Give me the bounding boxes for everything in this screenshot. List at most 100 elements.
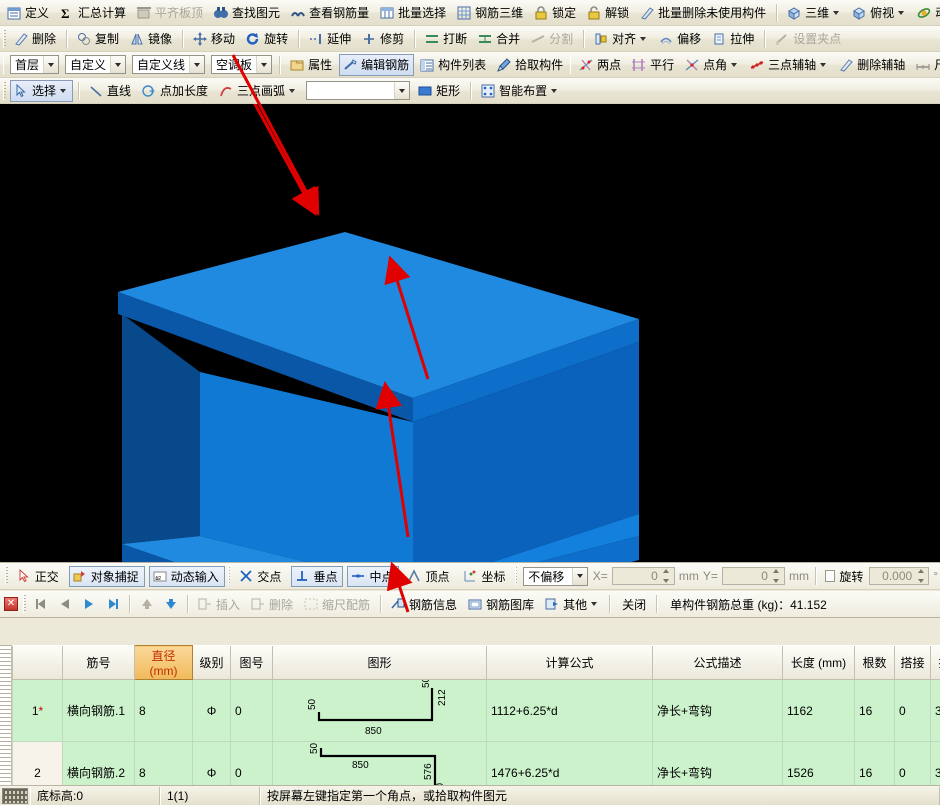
toolbar-main-lock[interactable]: 锁定 bbox=[530, 2, 581, 24]
snap-perpendicular-snap[interactable]: 垂点 bbox=[291, 566, 343, 587]
nav-first-record[interactable] bbox=[30, 594, 52, 614]
col-header-shapenum[interactable]: 图号 bbox=[231, 646, 273, 680]
y-input[interactable]: 0 bbox=[722, 567, 785, 585]
chevron-down-icon[interactable] bbox=[591, 602, 597, 606]
rebar-btn-rebar-library[interactable]: 钢筋图库 bbox=[464, 593, 539, 615]
toolbar-grip[interactable] bbox=[3, 56, 4, 74]
toolbar-edit-extend[interactable]: 延伸 bbox=[305, 28, 356, 50]
toolbar-edit-offset[interactable]: 偏移 bbox=[655, 28, 706, 50]
nav-next-record[interactable] bbox=[78, 594, 100, 614]
toolbar-grip[interactable] bbox=[228, 567, 231, 585]
toolbar-grip[interactable] bbox=[570, 56, 571, 74]
combo-component-instance[interactable]: 空调板 bbox=[211, 55, 272, 74]
col-header-grade[interactable]: 级别 bbox=[193, 646, 231, 680]
toolbar-main-rebar-3d[interactable]: 钢筋三维 bbox=[453, 2, 528, 24]
combo-draw-mode[interactable] bbox=[306, 81, 410, 100]
chevron-down-icon[interactable] bbox=[898, 11, 904, 15]
chevron-down-icon[interactable] bbox=[189, 56, 204, 73]
col-header-count[interactable]: 根数 bbox=[855, 646, 895, 680]
toolbar-component-point-angle[interactable]: 点角 bbox=[681, 54, 744, 76]
toolbar-edit-merge[interactable]: 合并 bbox=[474, 28, 525, 50]
nav-move-down[interactable] bbox=[160, 594, 182, 614]
toolbar-component-delete-axis[interactable]: 删除辅轴 bbox=[835, 54, 910, 76]
rotate-checkbox[interactable] bbox=[825, 570, 835, 582]
toolbar-component-three-point-axis[interactable]: 三点辅轴 bbox=[746, 54, 833, 76]
toolbar-main-unlock[interactable]: 解锁 bbox=[583, 2, 634, 24]
rebar-btn-other[interactable]: 其他 bbox=[541, 593, 604, 615]
col-header-desc[interactable]: 公式描述 bbox=[653, 646, 783, 680]
chevron-down-icon[interactable] bbox=[43, 56, 58, 73]
chevron-down-icon[interactable] bbox=[731, 63, 737, 67]
col-header-length[interactable]: 长度 (mm) bbox=[783, 646, 855, 680]
toolbar-main-batch-delete[interactable]: 批量删除未使用构件 bbox=[636, 2, 771, 24]
snap-intersection-snap[interactable]: 交点 bbox=[235, 566, 287, 587]
toolbar-grip[interactable] bbox=[515, 567, 518, 585]
combo-component-subtype[interactable]: 自定义线 bbox=[132, 55, 205, 74]
chevron-down-icon[interactable] bbox=[640, 37, 646, 41]
toolbar-main-view-rebar-qty[interactable]: 查看钢筋量 bbox=[287, 2, 374, 24]
cell-loss[interactable]: 3 bbox=[931, 680, 940, 742]
toolbar-main-dynamic-observe[interactable]: 动态观察 bbox=[913, 2, 940, 24]
toolbar-draw-rectangle[interactable]: 矩形 bbox=[414, 80, 465, 102]
toolbar-component-edit-rebar[interactable]: 编辑钢筋 bbox=[339, 54, 414, 76]
chevron-down-icon[interactable] bbox=[256, 56, 271, 73]
toolbar-component-pick-component[interactable]: 拾取构件 bbox=[493, 54, 568, 76]
toolbar-main-batch-select[interactable]: 批量选择 bbox=[376, 2, 451, 24]
toolbar-component-two-point[interactable]: 两点 bbox=[575, 54, 626, 76]
col-header-rownum[interactable] bbox=[13, 646, 63, 680]
chevron-down-icon[interactable] bbox=[289, 89, 295, 93]
rebar-btn-rebar-info[interactable]: 钢筋信息 bbox=[387, 593, 462, 615]
toolbar-edit-trim[interactable]: 修剪 bbox=[358, 28, 409, 50]
toolbar-draw-smart-layout[interactable]: 智能布置 bbox=[477, 80, 564, 102]
toolbar-edit-delete[interactable]: 删除 bbox=[10, 28, 61, 50]
toolbar-edit-rotate[interactable]: 旋转 bbox=[242, 28, 293, 50]
col-header-shape[interactable]: 图形 bbox=[273, 646, 487, 680]
col-header-formula[interactable]: 计算公式 bbox=[487, 646, 653, 680]
toolbar-edit-stretch[interactable]: 拉伸 bbox=[708, 28, 759, 50]
viewport-3d[interactable]: Z bbox=[0, 104, 940, 562]
chevron-down-icon[interactable] bbox=[820, 63, 826, 67]
toolbar-grip[interactable] bbox=[3, 82, 6, 100]
col-header-lap[interactable]: 搭接 bbox=[895, 646, 931, 680]
snap-toggle-dynamic-input[interactable]: 12动态输入 bbox=[149, 566, 225, 587]
rebar-table[interactable]: 筋号直径 (mm)级别图号图形计算公式公式描述长度 (mm)根数搭接损耗 1*横… bbox=[12, 645, 940, 805]
toolbar-draw-select[interactable]: 选择 bbox=[10, 80, 73, 102]
chevron-down-icon[interactable] bbox=[551, 89, 557, 93]
chevron-down-icon[interactable] bbox=[833, 11, 839, 15]
toolbar-edit-mirror[interactable]: 镜像 bbox=[126, 28, 177, 50]
nav-prev-record[interactable] bbox=[54, 594, 76, 614]
toolbar-draw-three-point-arc[interactable]: 三点画弧 bbox=[215, 80, 302, 102]
col-header-loss[interactable]: 损耗 bbox=[931, 646, 940, 680]
toolbar-component-ruler[interactable]: 尺 bbox=[912, 54, 940, 76]
cell-count[interactable]: 16 bbox=[855, 680, 895, 742]
x-input[interactable]: 0 bbox=[612, 567, 675, 585]
toolbar-component-component-list[interactable]: 构件列表 bbox=[416, 54, 491, 76]
snap-toggle-ortho[interactable]: 正交 bbox=[13, 566, 65, 587]
snap-midpoint-snap[interactable]: 中点 bbox=[347, 566, 399, 587]
toolbar-edit-move[interactable]: 移动 bbox=[189, 28, 240, 50]
spinner-buttons[interactable] bbox=[661, 568, 672, 584]
rebar-btn-item[interactable]: 关闭 bbox=[616, 593, 651, 615]
toolbar-component-properties[interactable]: 属性 bbox=[286, 54, 337, 76]
toolbar-main-cube[interactable]: 三维 bbox=[783, 2, 846, 24]
toolbar-grip[interactable] bbox=[5, 567, 8, 585]
rotate-input[interactable]: 0.000 bbox=[869, 567, 929, 585]
nav-move-up[interactable] bbox=[136, 594, 158, 614]
row-indicator[interactable]: 1* bbox=[13, 680, 63, 742]
toolbar-main-define[interactable]: 定义 bbox=[3, 2, 54, 24]
toolbar-edit-break[interactable]: 打断 bbox=[421, 28, 472, 50]
cell-lap[interactable]: 0 bbox=[895, 680, 931, 742]
toolbar-main-binoculars[interactable]: 查找图元 bbox=[210, 2, 285, 24]
toolbar-grip[interactable] bbox=[3, 30, 6, 48]
cell-shape-diagram[interactable]: 5021250850 bbox=[273, 680, 487, 742]
chevron-down-icon[interactable] bbox=[60, 89, 66, 93]
spinner-buttons[interactable] bbox=[771, 568, 782, 584]
spinner-buttons[interactable] bbox=[915, 568, 926, 584]
snap-vertex-snap[interactable]: 顶点 bbox=[403, 566, 455, 587]
cell-grade[interactable]: Φ bbox=[193, 680, 231, 742]
cell-length[interactable]: 1162 bbox=[783, 680, 855, 742]
combo-floor[interactable]: 首层 bbox=[10, 55, 59, 74]
nav-last-record[interactable] bbox=[102, 594, 124, 614]
toolbar-draw-line[interactable]: 直线 bbox=[85, 80, 136, 102]
snap-toggle-object-snap[interactable]: 对象捕捉 bbox=[69, 566, 145, 587]
